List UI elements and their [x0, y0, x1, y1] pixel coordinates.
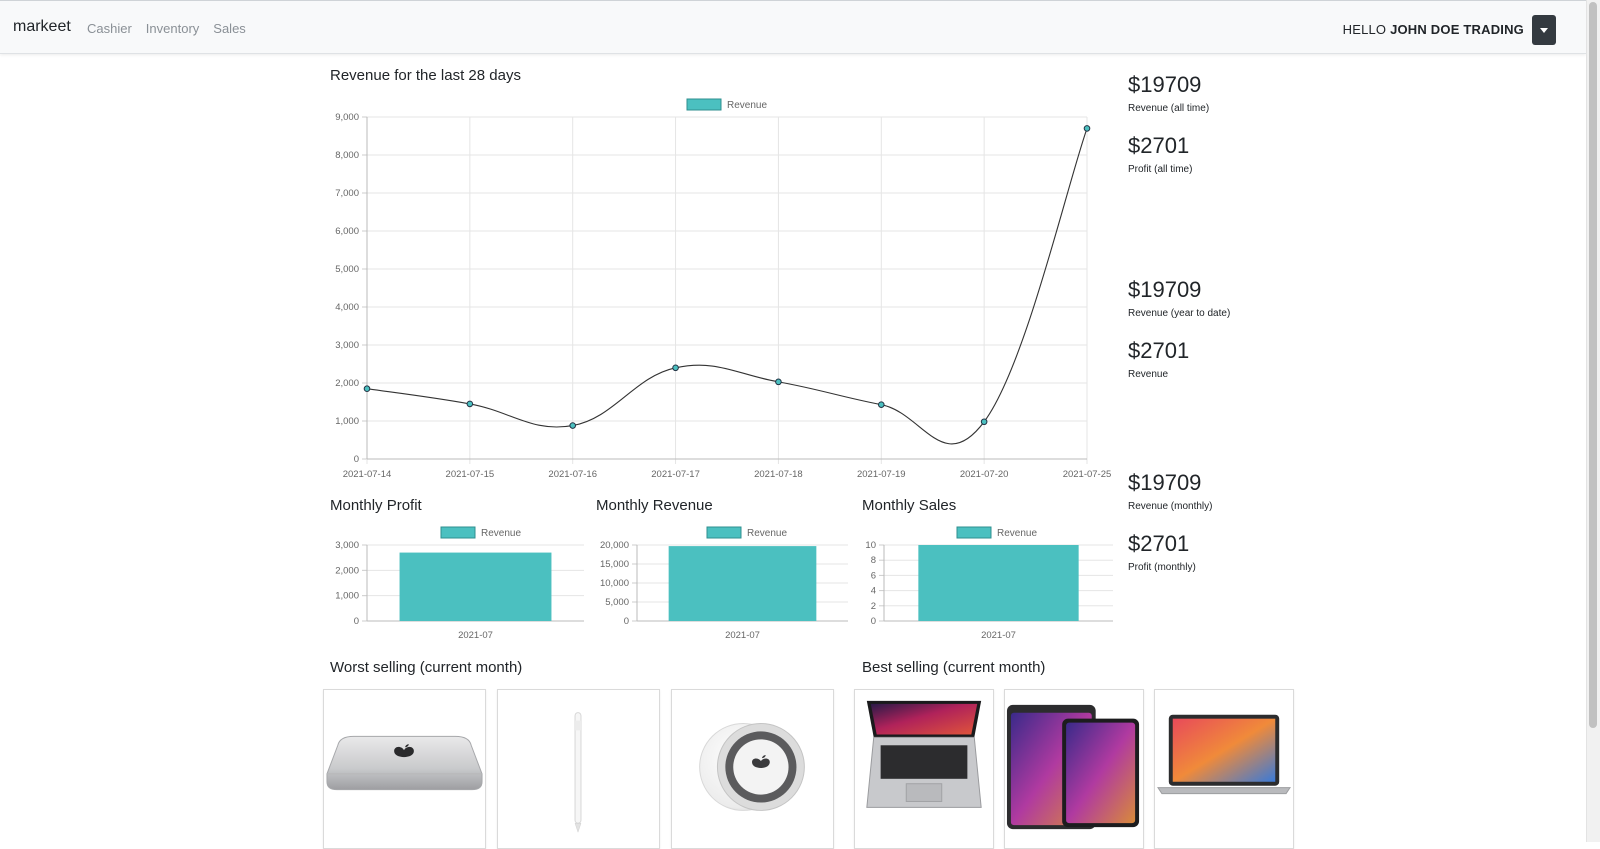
product-card-best-macbook-air[interactable]: [1154, 689, 1294, 849]
monthly-revenue-ytick-label: 5,000: [605, 597, 629, 608]
monthly-profit-legend-label: Revenue: [481, 528, 521, 539]
monthly-revenue-ytick-label: 20,000: [600, 540, 629, 551]
main-chart-xtick-label: 2021-07-18: [754, 469, 803, 480]
monthly-revenue-legend-swatch: [706, 526, 742, 539]
main-chart-xtick-label: 2021-07-17: [651, 469, 700, 480]
monthly-sales-ytick-label: 2: [871, 601, 876, 612]
product-card-worst-mac-mini[interactable]: [323, 689, 486, 849]
monthly-profit-xtick-label: 2021-07: [458, 630, 493, 641]
monthly-sales-ytick-label: 10: [865, 540, 876, 551]
main-chart-xtick-label: 2021-07-19: [857, 469, 906, 480]
monthly-profit-bar: [399, 552, 552, 621]
main-chart-data-point: [775, 378, 782, 386]
main-chart-legend-swatch: [686, 98, 722, 111]
main-chart-xtick-label: 2021-07-14: [343, 469, 392, 480]
monthly-revenue-xtick-label: 2021-07: [725, 630, 760, 641]
main-chart-ytick-label: 3,000: [335, 340, 359, 351]
monthly-revenue-legend-label: Revenue: [747, 528, 787, 539]
monthly-revenue-ytick-label: 0: [624, 616, 629, 627]
main-chart-ytick-label: 0: [354, 454, 359, 465]
main-chart-xtick-label: 2021-07-20: [960, 469, 1009, 480]
main-chart-data-point: [672, 364, 679, 372]
product-card-best-ipad-pro[interactable]: [1004, 689, 1144, 849]
main-chart-xtick-label: 2021-07-16: [548, 469, 597, 480]
monthly-revenue-bar: [668, 546, 817, 621]
main-chart-data-point: [980, 418, 988, 426]
monthly-profit-ytick-label: 2,000: [335, 565, 359, 576]
main-chart-data-point: [1083, 125, 1091, 132]
ipad-pro-image: [1006, 704, 1140, 830]
apple-pencil-image: [574, 712, 582, 833]
monthly-sales-ytick-label: 4: [871, 586, 876, 597]
main-chart-ytick-label: 7,000: [335, 188, 359, 199]
monthly-sales-ytick-label: 8: [871, 555, 876, 566]
main-chart-xtick-label: 2021-07-25: [1063, 469, 1112, 480]
product-card-worst-airtag[interactable]: [671, 689, 834, 849]
airtag-image: [699, 723, 805, 811]
main-chart-data-point: [363, 385, 371, 393]
scrollbar-thumb[interactable]: [1589, 2, 1597, 728]
mac-mini-image: [326, 735, 483, 791]
macbook-air-image: [1157, 714, 1291, 795]
main-chart-ytick-label: 2,000: [335, 378, 359, 389]
monthly-sales-legend-swatch: [956, 526, 992, 539]
main-chart-ytick-label: 6,000: [335, 226, 359, 237]
page-scrollbar[interactable]: [1586, 0, 1600, 842]
main-chart-ytick-label: 8,000: [335, 150, 359, 161]
monthly-sales-bar: [918, 545, 1079, 621]
monthly-profit-ytick-label: 0: [354, 616, 359, 627]
monthly-revenue-ytick-label: 10,000: [600, 578, 629, 589]
monthly-sales-ytick-label: 0: [871, 616, 876, 627]
monthly-revenue-ytick-label: 15,000: [600, 559, 629, 570]
monthly-profit-ytick-label: 3,000: [335, 540, 359, 551]
main-chart-series-line: [366, 128, 1088, 445]
main-chart-data-point: [569, 422, 577, 429]
macbook-pro-image: [866, 700, 982, 808]
main-chart-ytick-label: 4,000: [335, 302, 359, 313]
product-card-worst-apple-pencil[interactable]: [497, 689, 660, 849]
main-chart-ytick-label: 1,000: [335, 416, 359, 427]
charts-canvas: 0 1,000 2,000 3,000 4,000 5,000 6,000 7,000 8,00…: [335, 98, 1113, 641]
monthly-sales-xtick-label: 2021-07: [981, 630, 1016, 641]
main-chart-legend-label: Revenue: [727, 100, 767, 111]
monthly-sales-ytick-label: 6: [871, 570, 876, 581]
monthly-sales-legend-label: Revenue: [997, 528, 1037, 539]
main-chart-xtick-label: 2021-07-15: [446, 469, 495, 480]
main-chart-ytick-label: 5,000: [335, 264, 359, 275]
main-chart-ytick-label: 9,000: [335, 112, 359, 123]
main-chart-data-point: [466, 400, 474, 408]
main-chart-data-point: [877, 401, 885, 408]
product-card-best-macbook-pro[interactable]: [854, 689, 994, 849]
monthly-profit-legend-swatch: [440, 526, 476, 539]
monthly-profit-ytick-label: 1,000: [335, 591, 359, 602]
